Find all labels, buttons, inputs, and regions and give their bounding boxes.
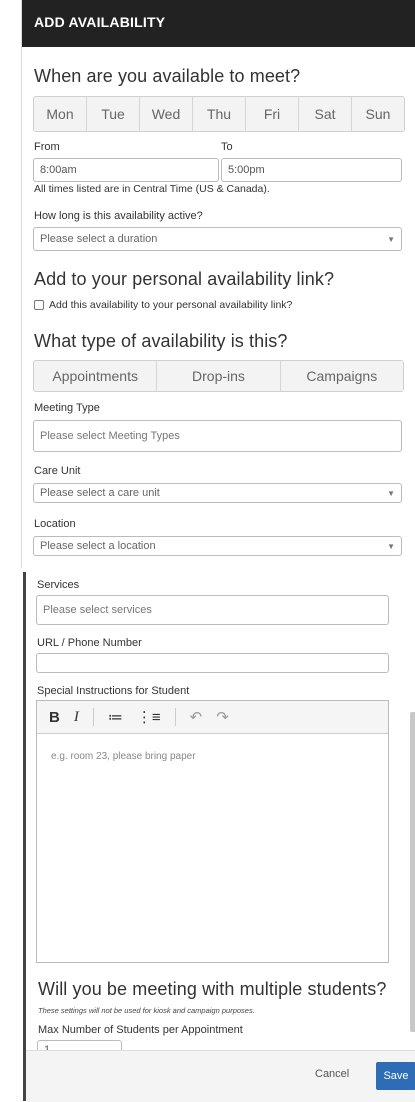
day-thu[interactable]: Thu <box>193 97 246 131</box>
type-appointments[interactable]: Appointments <box>34 361 158 391</box>
to-label: To <box>221 141 233 153</box>
when-heading: When are you available to meet? <box>34 66 301 86</box>
toolbar-divider <box>92 708 94 726</box>
bullet-list-icon[interactable]: ≔ <box>108 708 123 726</box>
numbered-list-icon[interactable]: ⋮≡ <box>137 708 161 726</box>
multiple-students-note: These settings will not be used for kios… <box>38 1006 255 1015</box>
meeting-type-label: Meeting Type <box>34 402 100 414</box>
redo-icon[interactable]: ↷ <box>216 708 229 726</box>
location-placeholder: Please select a location <box>40 540 156 552</box>
instructions-editor: B I ≔ ⋮≡ ↶ ↷ e.g. room 23, please bring … <box>36 700 389 963</box>
day-wed[interactable]: Wed <box>140 97 193 131</box>
modal-title: ADD AVAILABILITY <box>34 14 166 30</box>
care-unit-label: Care Unit <box>34 465 81 477</box>
personal-link-heading: Add to your personal availability link? <box>34 269 335 289</box>
duration-select[interactable]: Please select a duration ▼ <box>33 227 402 251</box>
max-students-label: Max Number of Students per Appointment <box>38 1024 243 1036</box>
chevron-down-icon: ▼ <box>387 234 395 244</box>
personal-link-checkbox[interactable] <box>34 300 44 310</box>
day-mon[interactable]: Mon <box>34 97 87 131</box>
type-drop-ins[interactable]: Drop-ins <box>157 361 281 391</box>
services-label: Services <box>37 579 80 591</box>
duration-label: How long is this availability active? <box>34 210 203 222</box>
save-button[interactable]: Save <box>376 1062 415 1090</box>
from-label: From <box>34 141 60 153</box>
location-label: Location <box>34 518 76 530</box>
personal-link-checkbox-label: Add this availability to your personal a… <box>49 299 293 311</box>
day-selector: Mon Tue Wed Thu Fri Sat Sun <box>33 96 405 132</box>
day-tue[interactable]: Tue <box>87 97 140 131</box>
type-heading: What type of availability is this? <box>34 331 288 351</box>
day-fri[interactable]: Fri <box>246 97 299 131</box>
bold-button[interactable]: B <box>49 709 60 726</box>
location-select[interactable]: Please select a location ▼ <box>33 536 402 556</box>
timezone-note: All times listed are in Central Time (US… <box>34 183 270 195</box>
editor-toolbar: B I ≔ ⋮≡ ↶ ↷ <box>37 701 388 734</box>
availability-form-bottom: Services Please select services URL / Ph… <box>23 572 415 1102</box>
care-unit-placeholder: Please select a care unit <box>40 487 160 499</box>
services-input[interactable]: Please select services <box>36 595 389 625</box>
url-phone-input[interactable] <box>36 653 389 673</box>
scrollbar[interactable] <box>410 712 415 1032</box>
availability-type-selector: Appointments Drop-ins Campaigns <box>33 360 404 392</box>
day-sun[interactable]: Sun <box>352 97 404 131</box>
instructions-textarea[interactable]: e.g. room 23, please bring paper <box>51 751 196 762</box>
day-sat[interactable]: Sat <box>299 97 352 131</box>
instructions-label: Special Instructions for Student <box>37 685 190 697</box>
availability-form-top: ADD AVAILABILITY When are you available … <box>21 0 415 568</box>
to-time-input[interactable]: 5:00pm <box>221 158 402 182</box>
chevron-down-icon: ▼ <box>387 488 395 498</box>
toolbar-divider <box>174 708 176 726</box>
chevron-down-icon: ▼ <box>387 541 395 551</box>
multiple-students-heading: Will you be meeting with multiple studen… <box>38 979 387 999</box>
cancel-button[interactable]: Cancel <box>315 1068 349 1080</box>
modal-header: ADD AVAILABILITY <box>22 0 415 47</box>
personal-link-option[interactable]: Add this availability to your personal a… <box>34 299 292 311</box>
care-unit-select[interactable]: Please select a care unit ▼ <box>33 483 402 503</box>
undo-icon[interactable]: ↶ <box>190 708 203 726</box>
meeting-type-input[interactable]: Please select Meeting Types <box>33 420 402 452</box>
modal-footer: Cancel Save <box>26 1050 415 1102</box>
type-campaigns[interactable]: Campaigns <box>280 361 403 391</box>
duration-select-placeholder: Please select a duration <box>40 233 158 245</box>
url-phone-label: URL / Phone Number <box>37 637 142 649</box>
from-time-input[interactable]: 8:00am <box>33 158 219 182</box>
italic-button[interactable]: I <box>74 709 79 726</box>
